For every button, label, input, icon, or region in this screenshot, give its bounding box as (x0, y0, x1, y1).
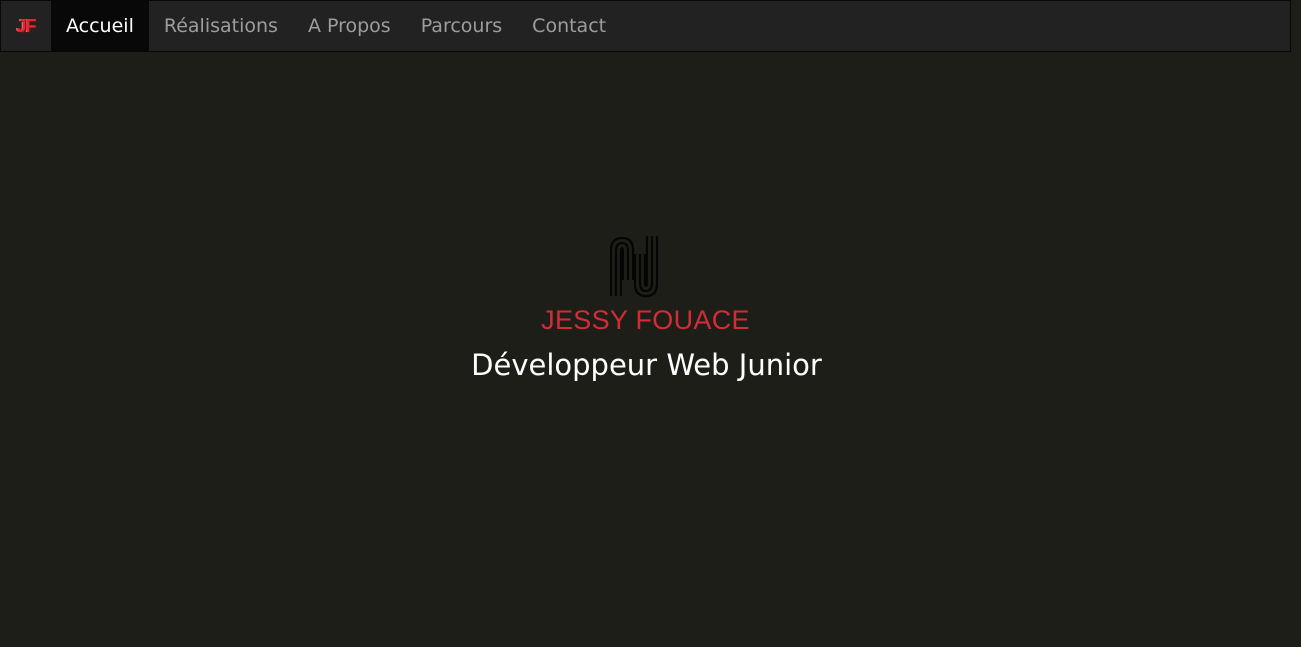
hero-subtitle: Développeur Web Junior (471, 348, 822, 382)
hero-section: JESSY FOUACE Développeur Web Junior (0, 52, 1301, 647)
nav-item-contact[interactable]: Contact (517, 1, 621, 51)
nav-item-realisations[interactable]: Réalisations (149, 1, 293, 51)
nav-menu: Accueil Réalisations A Propos Parcours C… (51, 1, 621, 51)
brand-name-logo: JESSY FOUACE (541, 305, 750, 335)
nav-item-accueil[interactable]: Accueil (51, 1, 149, 51)
brand-logo: JF (16, 15, 36, 36)
jf-monogram-icon (609, 236, 659, 298)
nav-item-parcours[interactable]: Parcours (406, 1, 517, 51)
top-navbar: JF Accueil Réalisations A Propos Parcour… (0, 0, 1291, 52)
nav-item-a-propos[interactable]: A Propos (293, 1, 406, 51)
brand-link[interactable]: JF (1, 1, 51, 51)
